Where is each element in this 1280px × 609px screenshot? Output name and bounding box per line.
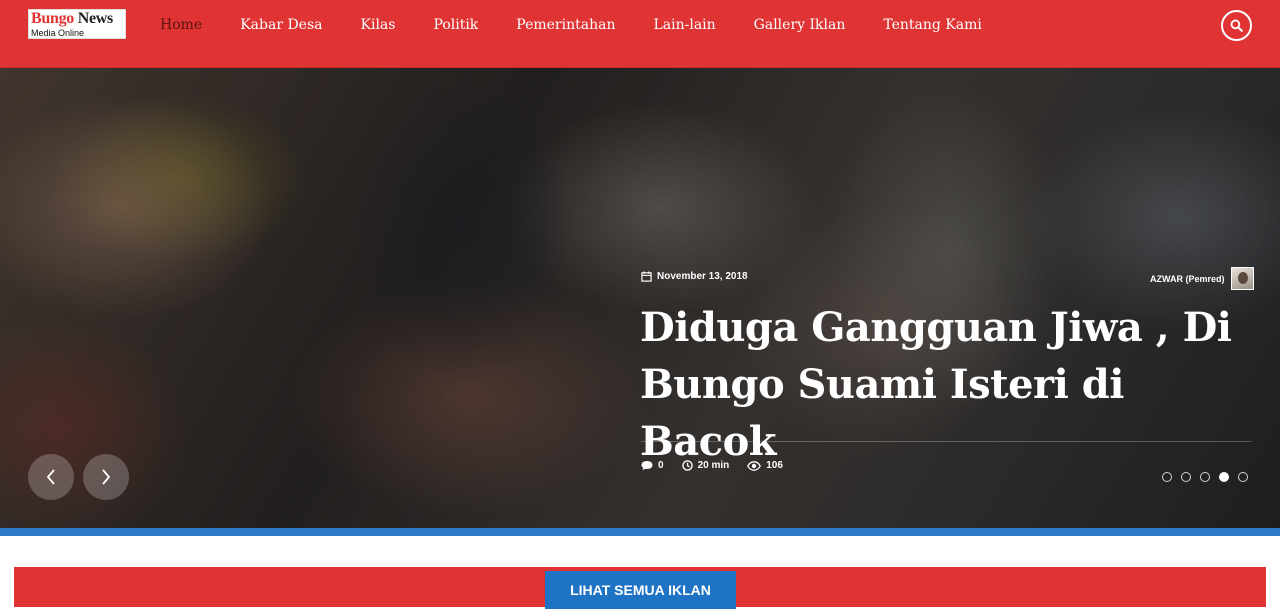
- search-icon: [1230, 19, 1243, 32]
- comments-count: 0: [658, 460, 664, 471]
- comment-icon: [641, 461, 653, 471]
- nav-item-pemerintahan[interactable]: Pemerintahan: [497, 17, 634, 33]
- comments-stat[interactable]: 0: [641, 460, 664, 471]
- slider-dot[interactable]: [1238, 472, 1248, 482]
- views-stat: 106: [747, 460, 783, 471]
- logo-brand-part2-text: News: [77, 10, 114, 27]
- site-header: Bungo News Media Online Home Kabar Desa …: [0, 0, 1280, 68]
- post-date: November 13, 2018: [641, 271, 748, 282]
- slider-prev-button[interactable]: [28, 454, 74, 500]
- author-name[interactable]: AZWAR (Pemred): [1150, 274, 1225, 284]
- slider-next-button[interactable]: [83, 454, 129, 500]
- site-logo[interactable]: Bungo News Media Online: [28, 9, 126, 39]
- view-all-ads-button[interactable]: LIHAT SEMUA IKLAN: [545, 571, 736, 609]
- slider-dots: [1162, 472, 1248, 482]
- clock-icon: [681, 460, 693, 471]
- main-nav: Home Kabar Desa Kilas Politik Pemerintah…: [141, 0, 1001, 50]
- slider-dot-active[interactable]: [1219, 472, 1229, 482]
- views-count: 106: [766, 460, 783, 471]
- eye-icon: [747, 460, 762, 471]
- logo-brand-part1: Bungo: [31, 10, 74, 27]
- post-author[interactable]: AZWAR (Pemred): [1150, 267, 1254, 290]
- nav-item-lain-lain[interactable]: Lain-lain: [634, 17, 734, 33]
- read-time: 20 min: [697, 460, 730, 471]
- post-headline[interactable]: Diduga Gangguan Jiwa , Di Bungo Suami Is…: [640, 299, 1270, 470]
- nav-item-kabar-desa[interactable]: Kabar Desa: [221, 17, 341, 33]
- post-date-text: November 13, 2018: [657, 271, 748, 282]
- accent-bar: [0, 528, 1280, 536]
- slider-dot[interactable]: [1162, 472, 1172, 482]
- headline-divider: [641, 441, 1252, 442]
- avatar[interactable]: [1230, 267, 1254, 290]
- nav-item-politik[interactable]: Politik: [414, 17, 497, 33]
- nav-item-home[interactable]: Home: [141, 17, 221, 33]
- chevron-right-icon: [102, 469, 111, 485]
- search-button[interactable]: [1221, 10, 1252, 41]
- nav-item-tentang-kami[interactable]: Tentang Kami: [864, 17, 1001, 33]
- nav-item-kilas[interactable]: Kilas: [342, 17, 415, 33]
- read-time-stat: 20 min: [681, 460, 730, 471]
- logo-brand: Bungo News: [31, 10, 113, 28]
- calendar-icon: [641, 271, 652, 282]
- chevron-left-icon: [46, 469, 55, 485]
- post-stats: 0 20 min 106: [641, 460, 783, 471]
- logo-tagline: Media Online: [31, 28, 85, 38]
- featured-slider[interactable]: November 13, 2018 AZWAR (Pemred) Diduga …: [0, 68, 1280, 528]
- slider-dot[interactable]: [1181, 472, 1191, 482]
- logo-brand-part2: News: [74, 10, 114, 27]
- nav-item-gallery-iklan[interactable]: Gallery Iklan: [735, 17, 865, 33]
- slider-dot[interactable]: [1200, 472, 1210, 482]
